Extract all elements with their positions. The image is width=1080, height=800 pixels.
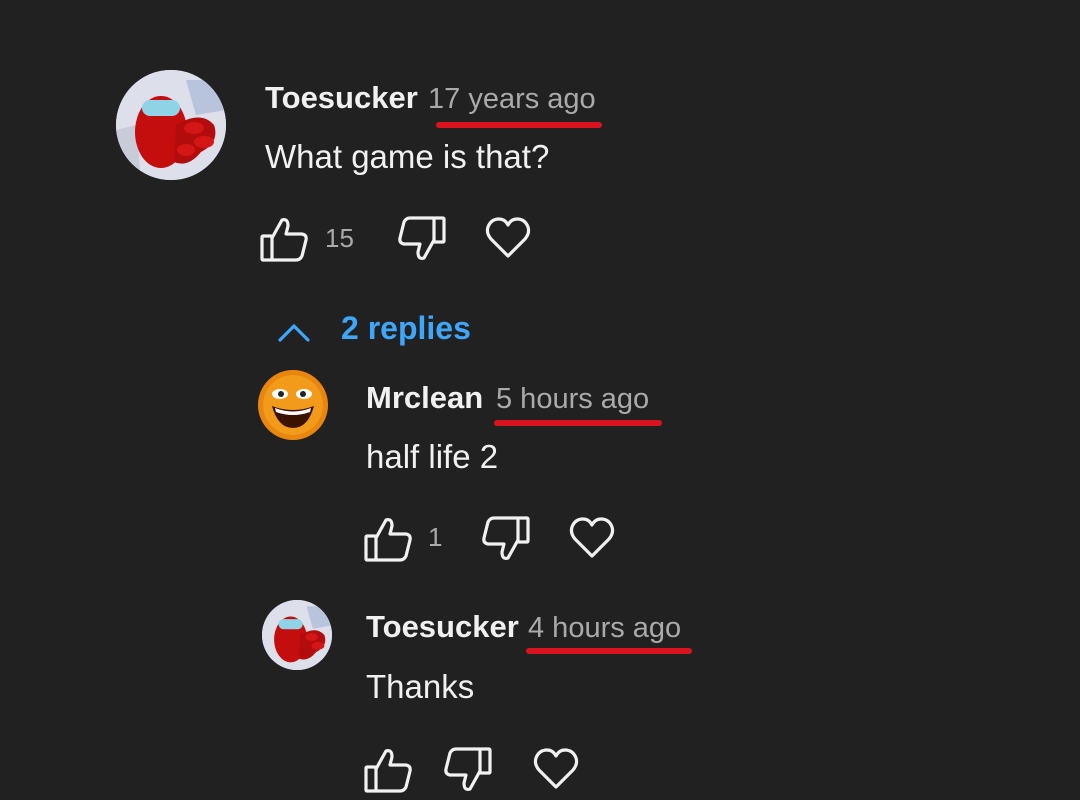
- thumbs-up-icon: [364, 518, 412, 562]
- like-button[interactable]: [362, 745, 414, 795]
- reply-author[interactable]: Mrclean: [366, 380, 483, 416]
- comment-timestamp[interactable]: 17 years ago: [428, 83, 596, 116]
- dislike-button[interactable]: [396, 214, 448, 264]
- like-count: 1: [428, 522, 443, 552]
- reply-timestamp[interactable]: 4 hours ago: [528, 612, 681, 645]
- reply-timestamp[interactable]: 5 hours ago: [496, 383, 649, 416]
- heart-button[interactable]: [532, 745, 580, 793]
- replies-toggle[interactable]: 2 replies: [276, 308, 486, 352]
- orange-face-avatar-icon: [258, 370, 328, 440]
- reply-avatar[interactable]: [262, 600, 332, 670]
- dislike-button[interactable]: [480, 514, 532, 564]
- comment-author[interactable]: Toesucker: [265, 80, 418, 116]
- heart-button[interactable]: [568, 514, 616, 562]
- thumbs-down-icon: [398, 216, 446, 260]
- dislike-button[interactable]: [442, 745, 494, 795]
- heart-icon: [533, 748, 579, 789]
- thumbs-up-icon: [260, 218, 308, 262]
- thumbs-down-icon: [482, 516, 530, 560]
- heart-icon: [485, 217, 531, 258]
- reply-text: half life 2: [366, 438, 499, 475]
- reply-avatar[interactable]: [258, 370, 328, 440]
- comment-avatar[interactable]: [116, 70, 226, 180]
- red-crewmate-avatar-icon: [116, 70, 226, 180]
- timestamp-highlight: [436, 122, 602, 128]
- replies-toggle-label: 2 replies: [341, 310, 471, 346]
- reply-author[interactable]: Toesucker: [366, 609, 519, 645]
- chevron-up-icon: [278, 324, 310, 342]
- timestamp-highlight: [494, 420, 662, 426]
- like-button[interactable]: [362, 514, 414, 564]
- heart-button[interactable]: [484, 214, 532, 262]
- thumbs-up-icon: [364, 749, 412, 793]
- reply-text: Thanks: [366, 668, 475, 705]
- comment-text: What game is that?: [265, 138, 550, 175]
- like-button[interactable]: [258, 214, 310, 264]
- heart-icon: [569, 517, 615, 558]
- red-crewmate-avatar-icon: [262, 600, 332, 670]
- timestamp-highlight: [526, 648, 692, 654]
- like-count: 15: [325, 223, 354, 253]
- thumbs-down-icon: [444, 747, 492, 791]
